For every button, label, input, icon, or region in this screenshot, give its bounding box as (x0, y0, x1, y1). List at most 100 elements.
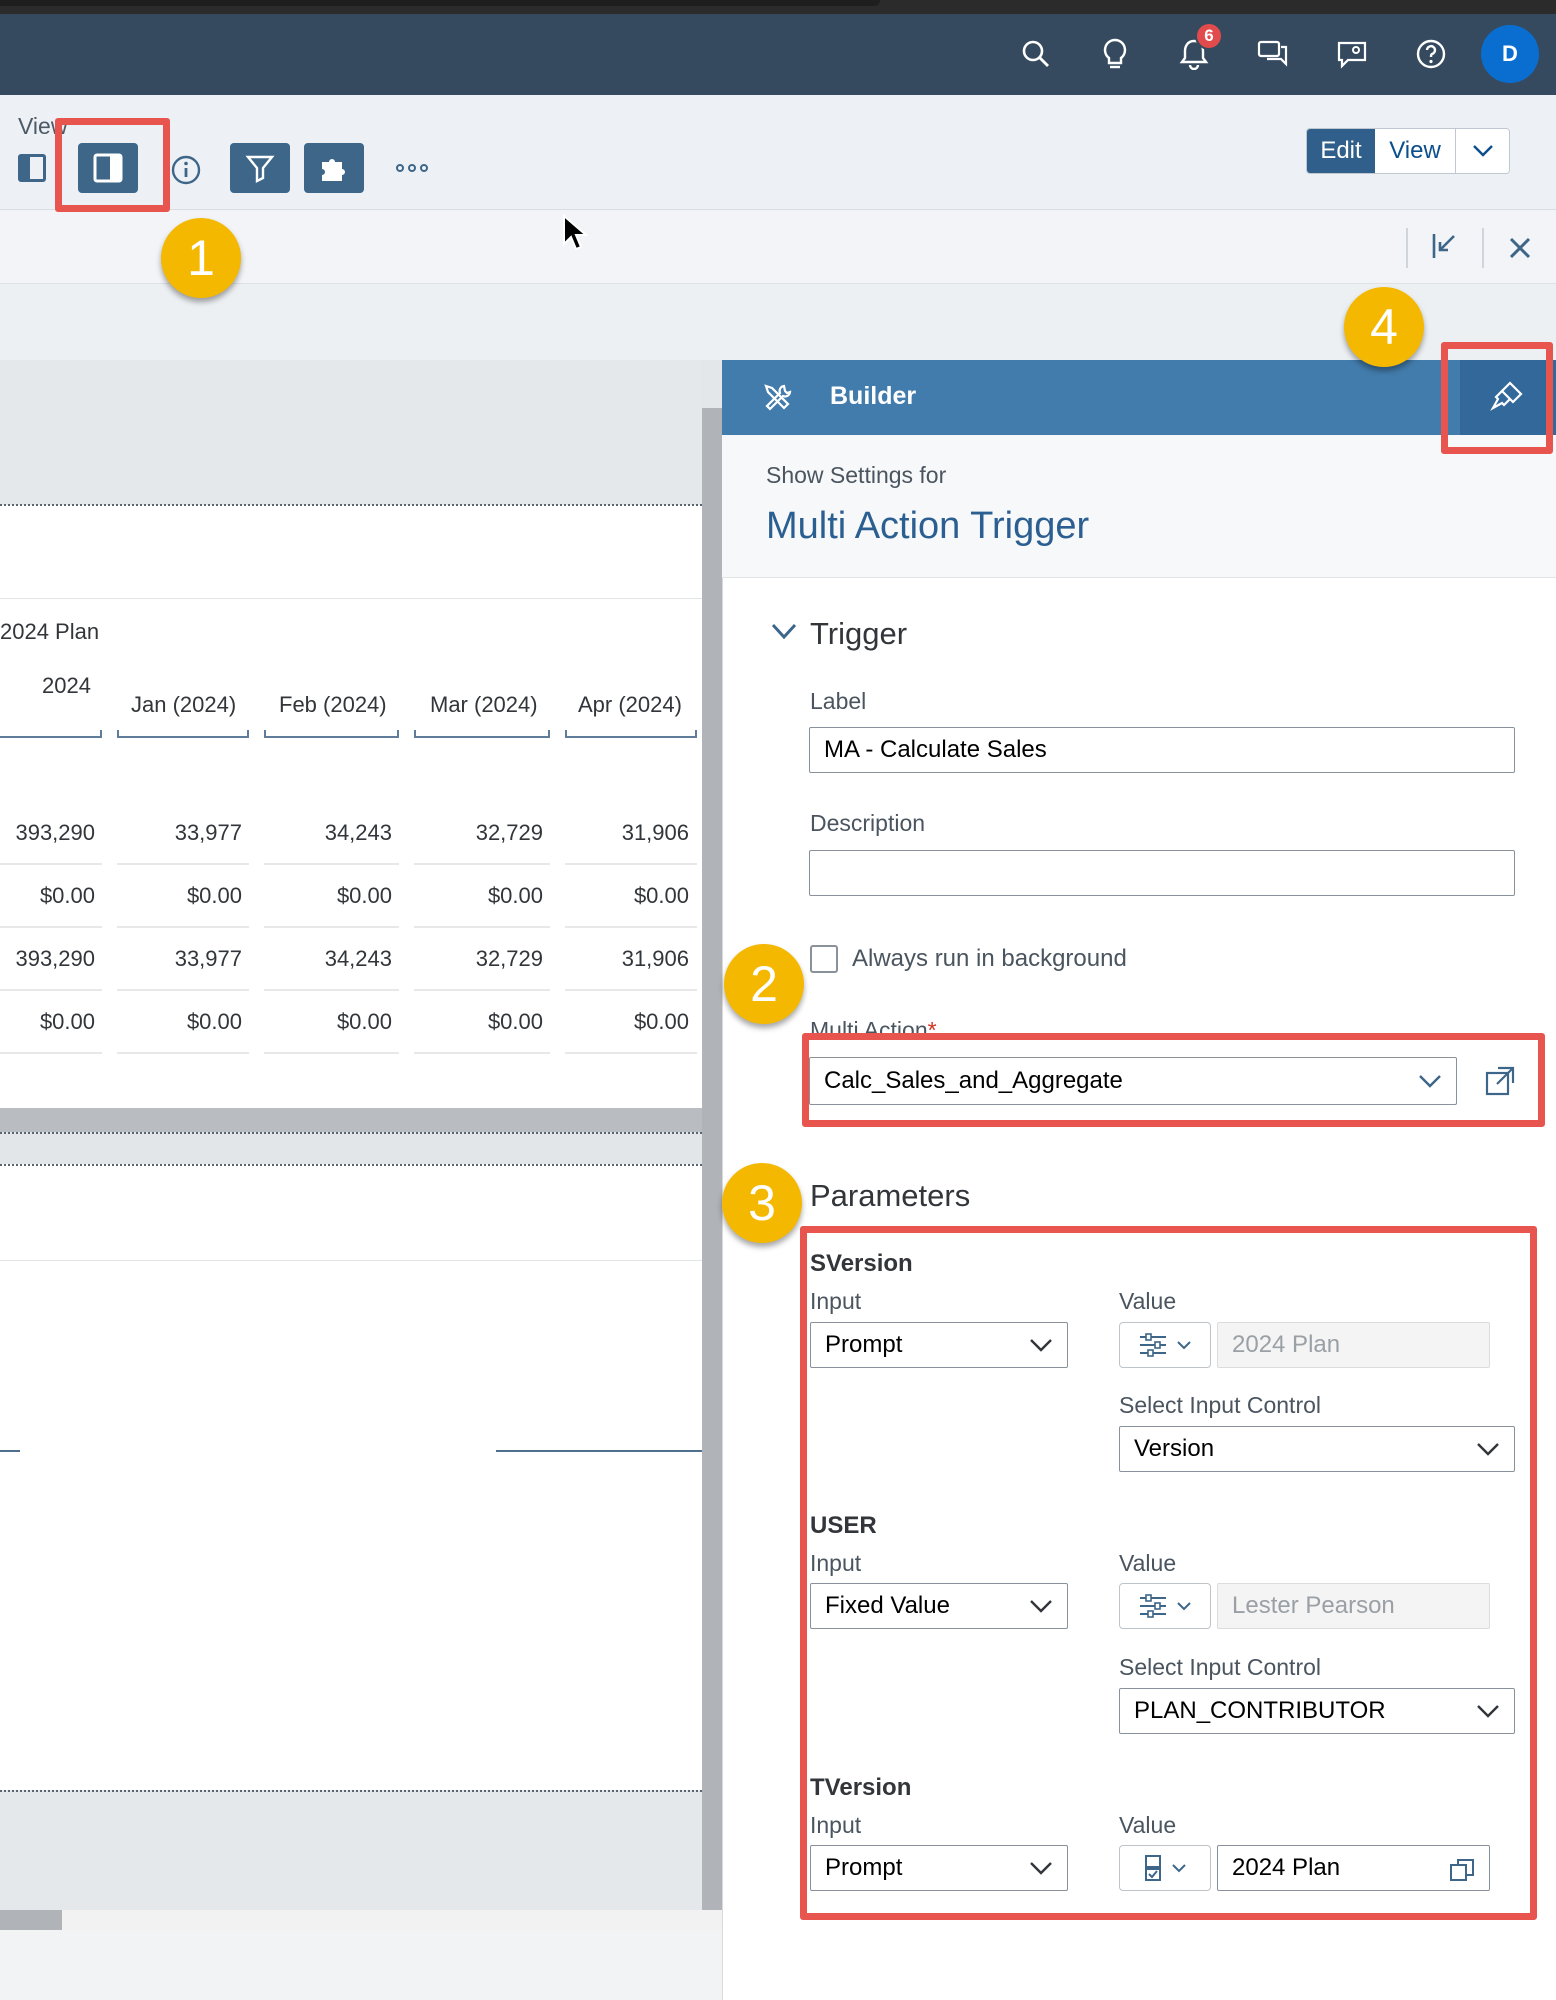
label-field-label: Label (810, 688, 867, 714)
browser-strip (0, 0, 1556, 14)
table-cell: $0.00 (39, 883, 95, 908)
filter-button[interactable] (230, 143, 290, 193)
description-input[interactable] (809, 850, 1515, 896)
parameters-section-title: Parameters (810, 1178, 971, 1213)
column-underline (264, 730, 399, 738)
highlight-box-2 (802, 1033, 1545, 1127)
mouse-cursor-icon (562, 213, 589, 252)
info-icon[interactable] (170, 154, 202, 186)
lightbulb-icon[interactable] (1093, 32, 1137, 76)
table-cell: 31,906 (621, 820, 689, 845)
filter-icon (245, 155, 275, 183)
label-input[interactable]: MA - Calculate Sales (809, 727, 1515, 773)
version-header: 2024 Plan (0, 619, 100, 644)
row-line (264, 1052, 399, 1054)
chat-icon[interactable] (1251, 32, 1295, 76)
help-icon[interactable] (1409, 32, 1453, 76)
row-line (414, 989, 550, 991)
vertical-scrollbar[interactable] (702, 360, 722, 1910)
row-line (414, 1052, 550, 1054)
step-badge-1: 1 (161, 218, 241, 298)
step-badge-3: 3 (722, 1163, 802, 1243)
column-underline (117, 730, 249, 738)
column-header: Jan (2024) (131, 692, 237, 717)
table-cell: $0.00 (633, 1009, 689, 1034)
section-divider (0, 1164, 702, 1166)
column-underline (565, 730, 697, 738)
row-line (565, 989, 697, 991)
horizontal-scrollbar-track[interactable] (62, 1910, 722, 1930)
search-icon[interactable] (1014, 32, 1058, 76)
edit-button[interactable]: Edit (1307, 129, 1375, 173)
row-line (117, 989, 249, 991)
widget-line (496, 1450, 702, 1452)
horizontal-scrollbar-thumb[interactable] (0, 1910, 62, 1930)
row-line (414, 863, 550, 865)
feedback-icon[interactable] (1330, 32, 1374, 76)
table-cell: $0.00 (633, 883, 689, 908)
row-line (565, 863, 697, 865)
collapse-icon[interactable] (1428, 230, 1460, 262)
close-icon[interactable] (1506, 234, 1534, 262)
section-band (0, 1132, 702, 1164)
table-cell: 393,290 (15, 946, 95, 971)
trigger-section-title[interactable]: Trigger (810, 616, 907, 652)
canvas-separator (0, 1108, 702, 1132)
row-line (414, 926, 550, 928)
footer-band (0, 1790, 702, 1910)
row-divider (0, 1260, 702, 1261)
table-cell: $0.00 (336, 1009, 392, 1034)
chevron-down-icon[interactable] (770, 622, 798, 642)
column-header: 2024 (42, 673, 91, 698)
highlight-box-1 (55, 118, 170, 212)
divider (1482, 228, 1484, 268)
row-line (264, 863, 399, 865)
puzzle-button[interactable] (304, 143, 364, 193)
panel-left-icon[interactable] (18, 154, 46, 182)
puzzle-icon (322, 159, 345, 181)
row-line (264, 926, 399, 928)
step-badge-2: 2 (724, 944, 804, 1024)
table-body: 393,290 33,977 34,243 32,729 31,906 $0.0… (0, 820, 702, 1060)
row-line (0, 1052, 102, 1054)
table-cell: 32,729 (475, 946, 543, 971)
table-cell: $0.00 (487, 1009, 543, 1034)
always-run-background-checkbox[interactable] (810, 945, 838, 973)
mode-menu-button[interactable] (1455, 129, 1509, 173)
more-icon[interactable] (394, 158, 430, 178)
table-cell: $0.00 (336, 883, 392, 908)
divider (1406, 228, 1408, 268)
table-cell: 33,977 (174, 946, 242, 971)
column-underline (0, 730, 102, 738)
step-badge-4: 4 (1344, 287, 1424, 367)
table-cell: 34,243 (324, 946, 392, 971)
row-line (565, 1052, 697, 1054)
show-settings-label: Show Settings for (766, 462, 947, 488)
row-divider (0, 598, 702, 599)
widget-line (0, 1450, 20, 1452)
section-divider (0, 1132, 702, 1134)
table-cell: 31,906 (621, 946, 689, 971)
column-header: Apr (2024) (578, 692, 682, 717)
canvas-header (0, 284, 1556, 360)
row-line (0, 926, 102, 928)
tools-icon[interactable] (762, 382, 794, 414)
table-cell: 33,977 (174, 820, 242, 845)
section-divider (0, 1790, 702, 1792)
table-cell: 32,729 (475, 820, 543, 845)
table-cell: $0.00 (186, 883, 242, 908)
highlight-box-4 (1441, 342, 1553, 454)
table-cell: 34,243 (324, 820, 392, 845)
view-button[interactable]: View (1375, 129, 1455, 173)
shell-bar (0, 0, 1556, 95)
notification-badge: 6 (1195, 22, 1223, 50)
table-cell: 393,290 (15, 820, 95, 845)
column-header: Mar (2024) (430, 692, 538, 717)
column-header: Feb (2024) (279, 692, 387, 717)
avatar[interactable]: D (1481, 25, 1539, 83)
row-line (0, 863, 102, 865)
row-line (264, 989, 399, 991)
always-run-background-label: Always run in background (852, 945, 1127, 972)
edit-view-toggle: Edit View (1306, 128, 1510, 174)
section-divider (0, 504, 702, 506)
